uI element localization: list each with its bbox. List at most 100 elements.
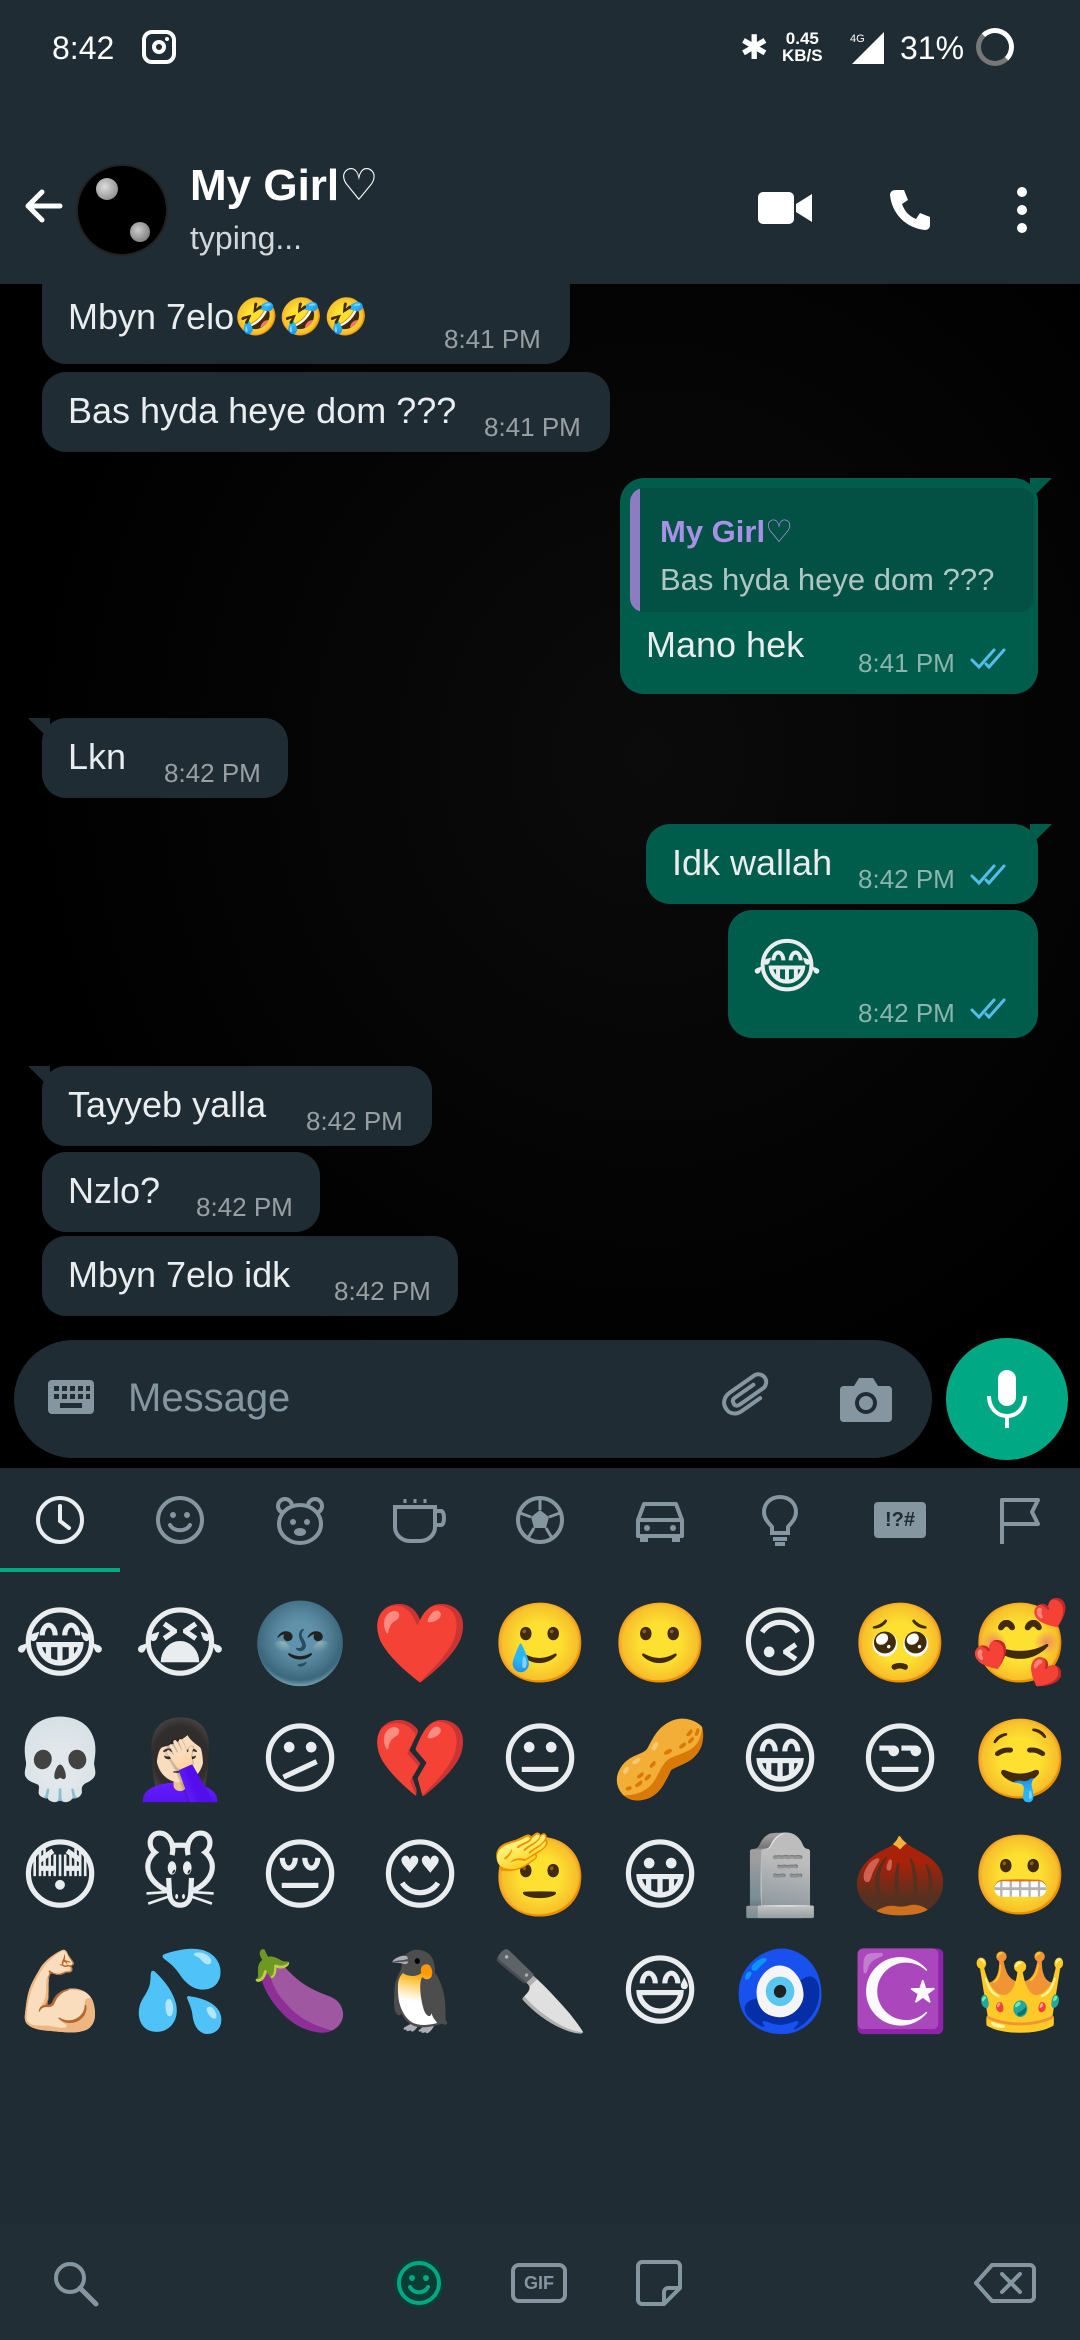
message-time: 8:41 PM: [484, 412, 581, 442]
emoji-key[interactable]: 😁: [720, 1702, 840, 1818]
emoji-key[interactable]: 😐: [480, 1702, 600, 1818]
contact-name[interactable]: My Girl♡: [190, 160, 379, 211]
emoji-key[interactable]: 💔: [360, 1702, 480, 1818]
emoji-key[interactable]: 🥜: [600, 1702, 720, 1818]
message-input[interactable]: Message: [128, 1376, 290, 1421]
emoji-panel-button[interactable]: [384, 2248, 454, 2318]
tab-smileys[interactable]: [120, 1468, 240, 1572]
emoji-key[interactable]: 🙃: [720, 1586, 840, 1702]
bluetooth-icon: ✱: [740, 29, 769, 67]
read-receipt-icon: [970, 864, 1006, 886]
emoji-key[interactable]: 💀: [0, 1702, 120, 1818]
emoji-key[interactable]: ☪️: [840, 1934, 960, 2050]
emoji-key[interactable]: 🧿: [720, 1934, 840, 2050]
tab-recent[interactable]: [0, 1468, 120, 1572]
tab-activities[interactable]: [480, 1468, 600, 1572]
emoji-key[interactable]: 🥲: [480, 1586, 600, 1702]
emoji-key[interactable]: 🙂: [600, 1586, 720, 1702]
message-incoming[interactable]: Lkn 8:42 PM: [28, 718, 288, 798]
backspace-button[interactable]: [970, 2248, 1040, 2318]
gif-icon: GIF: [511, 2263, 567, 2303]
bubble-tail: [1030, 824, 1052, 846]
message-text: Mbyn 7elo idk: [68, 1254, 291, 1295]
message-text: Idk wallah: [672, 842, 833, 883]
emoji-key[interactable]: 💦: [120, 1934, 240, 2050]
message-time: 8:42 PM: [306, 1106, 403, 1136]
avatar[interactable]: [76, 164, 168, 256]
smiley-icon: [156, 1496, 204, 1544]
gif-button[interactable]: GIF: [504, 2248, 574, 2318]
tab-food[interactable]: [360, 1468, 480, 1572]
tab-symbols[interactable]: !?#: [840, 1468, 960, 1572]
chat-header: My Girl♡ typing...: [0, 96, 1080, 284]
emoji-key[interactable]: 👑: [960, 1934, 1080, 2050]
message-outgoing[interactable]: 😂 8:42 PM: [728, 910, 1038, 1038]
status-bar: 8:42 ✱ 0.45 KB/S 4G 31%: [0, 0, 1080, 96]
moon-image: [96, 178, 118, 200]
message-outgoing[interactable]: Idk wallah 8:42 PM: [646, 824, 1052, 904]
emoji-key[interactable]: 🤤: [960, 1702, 1080, 1818]
quoted-sender: My Girl♡: [660, 514, 793, 549]
tab-animals[interactable]: [240, 1468, 360, 1572]
emoji-key[interactable]: 🍆: [240, 1934, 360, 2050]
emoji-key[interactable]: 🫡: [480, 1818, 600, 1934]
instagram-notification-icon: [142, 30, 176, 64]
emoji-key[interactable]: 🌰: [840, 1818, 960, 1934]
car-icon: [636, 1502, 684, 1542]
emoji-key[interactable]: 🐧: [360, 1934, 480, 2050]
message-time: 8:42 PM: [164, 758, 261, 788]
emoji-key[interactable]: 🥰: [960, 1586, 1080, 1702]
emoji-key[interactable]: 🌚: [240, 1586, 360, 1702]
message-outgoing[interactable]: My Girl♡ Bas hyda heye dom ??? Mano hek …: [620, 478, 1052, 694]
message-incoming[interactable]: Tayyeb yalla 8:42 PM: [28, 1066, 432, 1146]
back-arrow-icon[interactable]: [20, 182, 68, 230]
emoji-key[interactable]: 🤦🏻‍♀️: [120, 1702, 240, 1818]
message-time: 8:42 PM: [858, 864, 955, 894]
tab-flags[interactable]: [960, 1468, 1080, 1572]
message-list[interactable]: Mbyn 7elo🤣🤣🤣 8:41 PM Bas hyda heye dom ?…: [0, 284, 1080, 1464]
camera-icon[interactable]: [838, 1374, 894, 1424]
network-speed: 0.45 KB/S: [782, 30, 823, 64]
quoted-message[interactable]: My Girl♡ Bas hyda heye dom ???: [630, 488, 1034, 612]
emoji-key[interactable]: 🪦: [720, 1818, 840, 1934]
emoji-key[interactable]: 😒: [840, 1702, 960, 1818]
emoji-key[interactable]: 😀: [600, 1818, 720, 1934]
emoji-key[interactable]: 💪🏻: [0, 1934, 120, 2050]
emoji-key[interactable]: 😬: [960, 1818, 1080, 1934]
emoji-key[interactable]: ❤️: [360, 1586, 480, 1702]
emoji-key[interactable]: 😂: [0, 1586, 120, 1702]
emoji-search-button[interactable]: [40, 2248, 110, 2318]
emoji-key[interactable]: 😕: [240, 1702, 360, 1818]
tab-travel[interactable]: [600, 1468, 720, 1572]
flag-icon: [1000, 1498, 1040, 1544]
emoji-key[interactable]: 🥺: [840, 1586, 960, 1702]
video-call-icon[interactable]: [756, 186, 814, 230]
emoji-key[interactable]: 🐭: [120, 1818, 240, 1934]
emoji-key[interactable]: 😍: [360, 1818, 480, 1934]
voice-record-button[interactable]: [946, 1338, 1068, 1460]
emoji-category-tabs: !?#: [0, 1468, 1080, 1572]
voice-call-icon[interactable]: [886, 186, 934, 234]
battery-percent: 31%: [900, 30, 965, 66]
microphone-icon: [987, 1370, 1027, 1428]
more-options-icon[interactable]: [1010, 184, 1034, 236]
emoji-key[interactable]: 😳: [0, 1818, 120, 1934]
tab-objects[interactable]: [720, 1468, 840, 1572]
sticker-button[interactable]: [624, 2248, 694, 2318]
emoji-key[interactable]: 😔: [240, 1818, 360, 1934]
contact-status: typing...: [190, 220, 303, 256]
emoji-key[interactable]: 🔪: [480, 1934, 600, 2050]
message-incoming[interactable]: Mbyn 7elo idk 8:42 PM: [42, 1236, 458, 1316]
emoji-key[interactable]: 😭: [120, 1586, 240, 1702]
message-incoming[interactable]: Bas hyda heye dom ??? 8:41 PM: [42, 372, 610, 452]
emoji-key[interactable]: 😅: [600, 1934, 720, 2050]
message-incoming[interactable]: Mbyn 7elo🤣🤣🤣 8:41 PM: [42, 284, 570, 364]
quoted-text: Bas hyda heye dom ???: [660, 562, 995, 597]
bubble-tail: [28, 718, 50, 740]
symbols-icon: !?#: [874, 1502, 926, 1538]
read-receipt-icon: [970, 998, 1006, 1020]
attach-icon[interactable]: [720, 1370, 776, 1426]
keyboard-icon[interactable]: [46, 1376, 96, 1420]
network-type: 4G: [850, 33, 865, 45]
message-incoming[interactable]: Nzlo? 8:42 PM: [42, 1152, 320, 1232]
